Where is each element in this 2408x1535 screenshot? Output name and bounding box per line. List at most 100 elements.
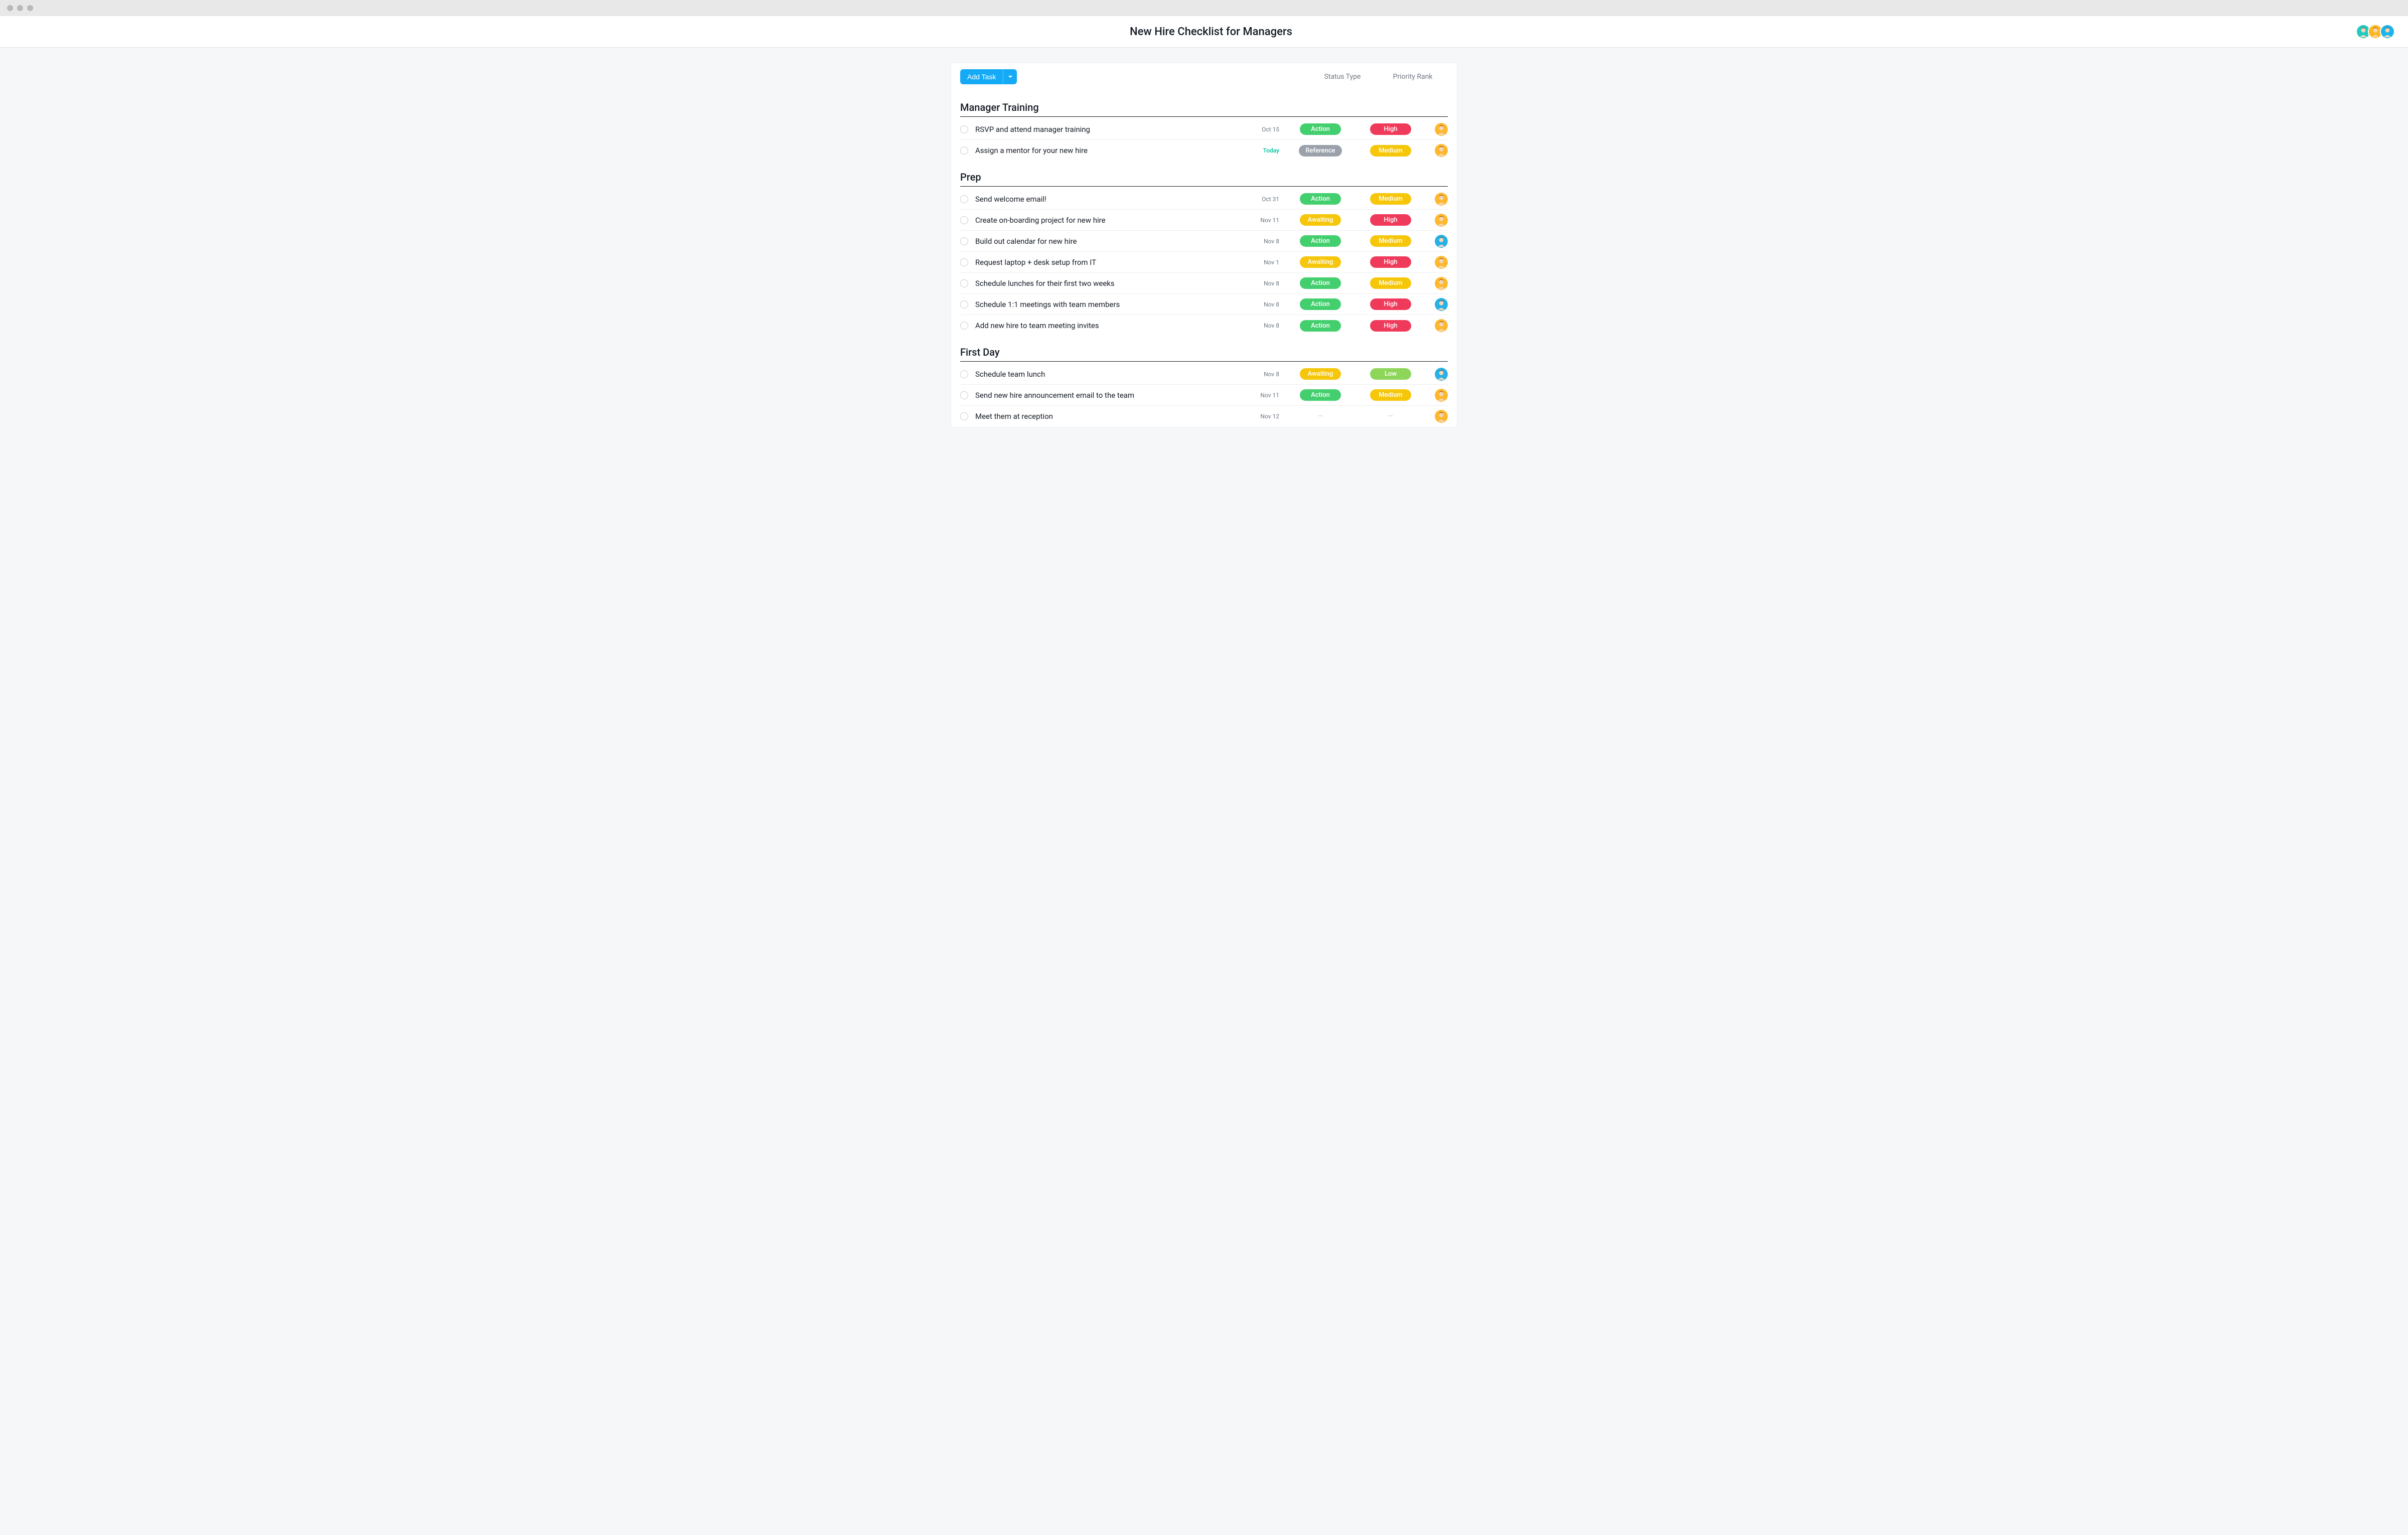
- priority-pill[interactable]: High: [1370, 320, 1411, 332]
- complete-task-checkbox[interactable]: [960, 300, 968, 309]
- assignee-avatar[interactable]: [1435, 389, 1448, 402]
- task-name[interactable]: Schedule 1:1 meetings with team members: [975, 300, 1250, 309]
- complete-task-checkbox[interactable]: [960, 258, 968, 266]
- task-due-date[interactable]: Nov 8: [1250, 301, 1285, 308]
- complete-task-checkbox[interactable]: [960, 391, 968, 399]
- assignee-cell[interactable]: [1426, 144, 1448, 157]
- complete-task-checkbox[interactable]: [960, 195, 968, 203]
- task-row[interactable]: Assign a mentor for your new hireTodayRe…: [960, 140, 1448, 161]
- task-due-date[interactable]: Oct 31: [1250, 196, 1285, 203]
- assignee-avatar[interactable]: [1435, 235, 1448, 248]
- add-task-button[interactable]: Add Task: [960, 69, 1003, 84]
- section-title[interactable]: First Day: [960, 336, 1448, 362]
- task-row[interactable]: Meet them at receptionNov 12——: [960, 406, 1448, 427]
- priority-cell[interactable]: High: [1356, 320, 1426, 332]
- assignee-avatar[interactable]: [1435, 214, 1448, 227]
- assignee-avatar[interactable]: [1435, 256, 1448, 269]
- task-due-date[interactable]: Today: [1250, 147, 1285, 154]
- traffic-light-minimize[interactable]: [17, 5, 23, 11]
- assignee-avatar[interactable]: [1435, 319, 1448, 332]
- assignee-avatar[interactable]: [1435, 298, 1448, 311]
- priority-pill[interactable]: Medium: [1370, 145, 1411, 157]
- task-row[interactable]: Build out calendar for new hireNov 8Acti…: [960, 231, 1448, 252]
- task-due-date[interactable]: Nov 11: [1250, 392, 1285, 399]
- status-cell[interactable]: Action: [1285, 123, 1356, 135]
- assignee-avatar[interactable]: [1435, 123, 1448, 136]
- task-name[interactable]: Meet them at reception: [975, 412, 1250, 421]
- task-due-date[interactable]: Nov 8: [1250, 371, 1285, 378]
- task-row[interactable]: Send new hire announcement email to the …: [960, 385, 1448, 406]
- task-name[interactable]: RSVP and attend manager training: [975, 125, 1250, 134]
- status-cell[interactable]: —: [1285, 412, 1356, 420]
- status-pill[interactable]: Awaiting: [1300, 256, 1341, 268]
- priority-cell[interactable]: High: [1356, 123, 1426, 135]
- priority-cell[interactable]: High: [1356, 298, 1426, 310]
- priority-pill[interactable]: High: [1370, 256, 1411, 268]
- status-cell[interactable]: Action: [1285, 277, 1356, 289]
- priority-cell[interactable]: Medium: [1356, 389, 1426, 401]
- priority-cell[interactable]: High: [1356, 256, 1426, 268]
- status-cell[interactable]: Action: [1285, 320, 1356, 332]
- status-pill[interactable]: Action: [1300, 235, 1341, 247]
- assignee-cell[interactable]: [1426, 256, 1448, 269]
- priority-pill[interactable]: Medium: [1370, 235, 1411, 247]
- priority-cell[interactable]: Medium: [1356, 193, 1426, 205]
- status-cell[interactable]: Awaiting: [1285, 214, 1356, 226]
- complete-task-checkbox[interactable]: [960, 412, 968, 420]
- task-row[interactable]: Create on-boarding project for new hireN…: [960, 210, 1448, 231]
- priority-pill[interactable]: Medium: [1370, 389, 1411, 401]
- task-row[interactable]: Schedule 1:1 meetings with team membersN…: [960, 294, 1448, 315]
- complete-task-checkbox[interactable]: [960, 322, 968, 330]
- task-due-date[interactable]: Nov 8: [1250, 280, 1285, 287]
- task-due-date[interactable]: Nov 12: [1250, 413, 1285, 420]
- assignee-cell[interactable]: [1426, 410, 1448, 423]
- assignee-cell[interactable]: [1426, 319, 1448, 332]
- priority-pill[interactable]: Low: [1370, 368, 1411, 380]
- status-pill[interactable]: Action: [1300, 320, 1341, 332]
- assignee-cell[interactable]: [1426, 214, 1448, 227]
- assignee-cell[interactable]: [1426, 235, 1448, 248]
- task-name[interactable]: Send new hire announcement email to the …: [975, 391, 1250, 400]
- task-row[interactable]: Add new hire to team meeting invitesNov …: [960, 315, 1448, 336]
- complete-task-checkbox[interactable]: [960, 216, 968, 224]
- complete-task-checkbox[interactable]: [960, 237, 968, 245]
- status-pill[interactable]: Action: [1300, 298, 1341, 310]
- task-due-date[interactable]: Nov 1: [1250, 259, 1285, 266]
- add-task-dropdown-button[interactable]: [1003, 69, 1017, 84]
- task-name[interactable]: Assign a mentor for your new hire: [975, 146, 1250, 155]
- task-due-date[interactable]: Oct 15: [1250, 126, 1285, 133]
- priority-pill[interactable]: Medium: [1370, 277, 1411, 289]
- priority-pill[interactable]: Medium: [1370, 193, 1411, 205]
- status-cell[interactable]: Awaiting: [1285, 368, 1356, 380]
- task-due-date[interactable]: Nov 11: [1250, 217, 1285, 224]
- status-cell[interactable]: Action: [1285, 298, 1356, 310]
- status-pill[interactable]: Action: [1300, 193, 1341, 205]
- status-cell[interactable]: Action: [1285, 235, 1356, 247]
- traffic-light-zoom[interactable]: [27, 5, 33, 11]
- status-cell[interactable]: Action: [1285, 389, 1356, 401]
- status-pill[interactable]: Awaiting: [1300, 214, 1341, 226]
- assignee-avatar[interactable]: [1435, 193, 1448, 206]
- status-cell[interactable]: Reference: [1285, 145, 1356, 157]
- assignee-cell[interactable]: [1426, 298, 1448, 311]
- complete-task-checkbox[interactable]: [960, 279, 968, 287]
- priority-cell[interactable]: —: [1356, 412, 1426, 420]
- task-due-date[interactable]: Nov 8: [1250, 322, 1285, 329]
- assignee-cell[interactable]: [1426, 123, 1448, 136]
- section-title[interactable]: Manager Training: [960, 91, 1448, 117]
- assignee-cell[interactable]: [1426, 193, 1448, 206]
- assignee-cell[interactable]: [1426, 277, 1448, 290]
- task-name[interactable]: Request laptop + desk setup from IT: [975, 258, 1250, 267]
- complete-task-checkbox[interactable]: [960, 125, 968, 133]
- priority-cell[interactable]: High: [1356, 214, 1426, 226]
- priority-cell[interactable]: Medium: [1356, 277, 1426, 289]
- assignee-cell[interactable]: [1426, 389, 1448, 402]
- collaborator-avatar[interactable]: [2380, 24, 2395, 39]
- assignee-avatar[interactable]: [1435, 368, 1448, 381]
- priority-cell[interactable]: Medium: [1356, 145, 1426, 157]
- assignee-avatar[interactable]: [1435, 277, 1448, 290]
- priority-pill[interactable]: High: [1370, 123, 1411, 135]
- task-row[interactable]: Send welcome email!Oct 31ActionMedium: [960, 189, 1448, 210]
- priority-pill[interactable]: High: [1370, 214, 1411, 226]
- collaborator-avatars[interactable]: [2359, 24, 2395, 39]
